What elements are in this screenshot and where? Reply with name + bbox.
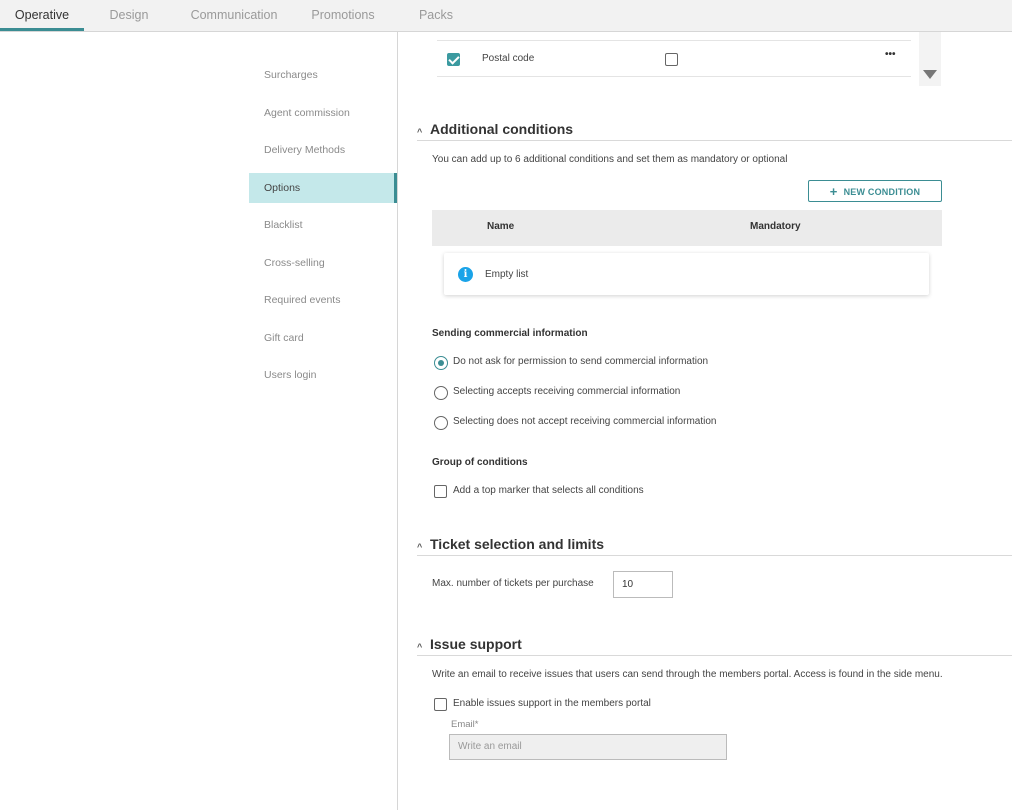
main-content: Postal code ••• ^ Additional conditions …: [399, 32, 1012, 810]
max-tickets-label: Max. number of tickets per purchase: [432, 578, 594, 589]
enable-issues-checkbox[interactable]: [434, 698, 447, 711]
sidebar-item-users-login[interactable]: Users login: [249, 360, 397, 390]
divider: [417, 655, 1012, 656]
sidebar-item-agent-commission[interactable]: Agent commission: [249, 98, 397, 128]
section-title: Issue support: [430, 636, 522, 652]
postal-code-checkbox[interactable]: [447, 53, 460, 66]
section-title: Additional conditions: [430, 121, 574, 137]
column-header-name: Name: [487, 221, 515, 232]
plus-icon: +: [829, 184, 838, 199]
radio-no-permission-label[interactable]: Do not ask for permission to send commer…: [453, 356, 708, 367]
radio-no-permission[interactable]: [434, 356, 448, 370]
tab-operative[interactable]: Operative: [0, 0, 84, 31]
enable-issues-label[interactable]: Enable issues support in the members por…: [453, 698, 651, 709]
sidebar-item-surcharges[interactable]: Surcharges: [249, 60, 397, 90]
top-marker-label[interactable]: Add a top marker that selects all condit…: [453, 485, 644, 496]
table-row: Postal code •••: [437, 40, 911, 77]
group-conditions-title: Group of conditions: [432, 457, 528, 468]
conditions-table-header: Name Mandatory: [432, 210, 942, 246]
radio-not-accepts[interactable]: [434, 416, 448, 430]
column-header-mandatory: Mandatory: [750, 221, 801, 232]
sidebar-item-blacklist[interactable]: Blacklist: [249, 210, 397, 240]
sidebar-item-required-events[interactable]: Required events: [249, 285, 397, 315]
sidebar-item-gift-card[interactable]: Gift card: [249, 323, 397, 353]
chevron-up-icon[interactable]: ^: [417, 542, 422, 552]
new-condition-label: NEW CONDITION: [843, 187, 921, 197]
info-icon: i: [458, 267, 473, 282]
sidebar-item-options[interactable]: Options: [249, 173, 397, 203]
commercial-info-title: Sending commercial information: [432, 328, 588, 339]
postal-code-label: Postal code: [482, 53, 535, 64]
tab-packs[interactable]: Packs: [406, 0, 466, 31]
email-field[interactable]: Write an email: [449, 734, 727, 760]
divider: [417, 555, 1012, 556]
section-title: Ticket selection and limits: [430, 536, 605, 552]
top-tab-bar: Operative Design Communication Promotion…: [0, 0, 1012, 32]
chevron-up-icon[interactable]: ^: [417, 642, 422, 652]
sidebar-item-delivery-methods[interactable]: Delivery Methods: [249, 135, 397, 165]
more-options-icon[interactable]: •••: [885, 49, 896, 60]
email-field-label: Email*: [451, 719, 479, 730]
new-condition-button[interactable]: + NEW CONDITION: [808, 180, 942, 202]
chevron-up-icon[interactable]: ^: [417, 127, 422, 137]
empty-list-card: i Empty list: [444, 253, 929, 295]
radio-accepts-label[interactable]: Selecting accepts receiving commercial i…: [453, 386, 680, 397]
empty-list-text: Empty list: [485, 269, 529, 280]
top-marker-checkbox[interactable]: [434, 485, 447, 498]
divider: [417, 140, 1012, 141]
sidebar: Surcharges Agent commission Delivery Met…: [0, 32, 398, 810]
scroll-down-icon[interactable]: [923, 70, 937, 79]
radio-not-accepts-label[interactable]: Selecting does not accept receiving comm…: [453, 416, 716, 427]
tab-promotions[interactable]: Promotions: [300, 0, 386, 31]
postal-code-mandatory-checkbox[interactable]: [665, 53, 678, 66]
tab-design[interactable]: Design: [92, 0, 166, 31]
additional-conditions-description: You can add up to 6 additional condition…: [432, 154, 788, 165]
max-tickets-input[interactable]: 10: [613, 571, 673, 598]
sidebar-item-cross-selling[interactable]: Cross-selling: [249, 248, 397, 278]
tab-communication[interactable]: Communication: [180, 0, 288, 31]
radio-accepts[interactable]: [434, 386, 448, 400]
issue-support-description: Write an email to receive issues that us…: [432, 669, 943, 680]
